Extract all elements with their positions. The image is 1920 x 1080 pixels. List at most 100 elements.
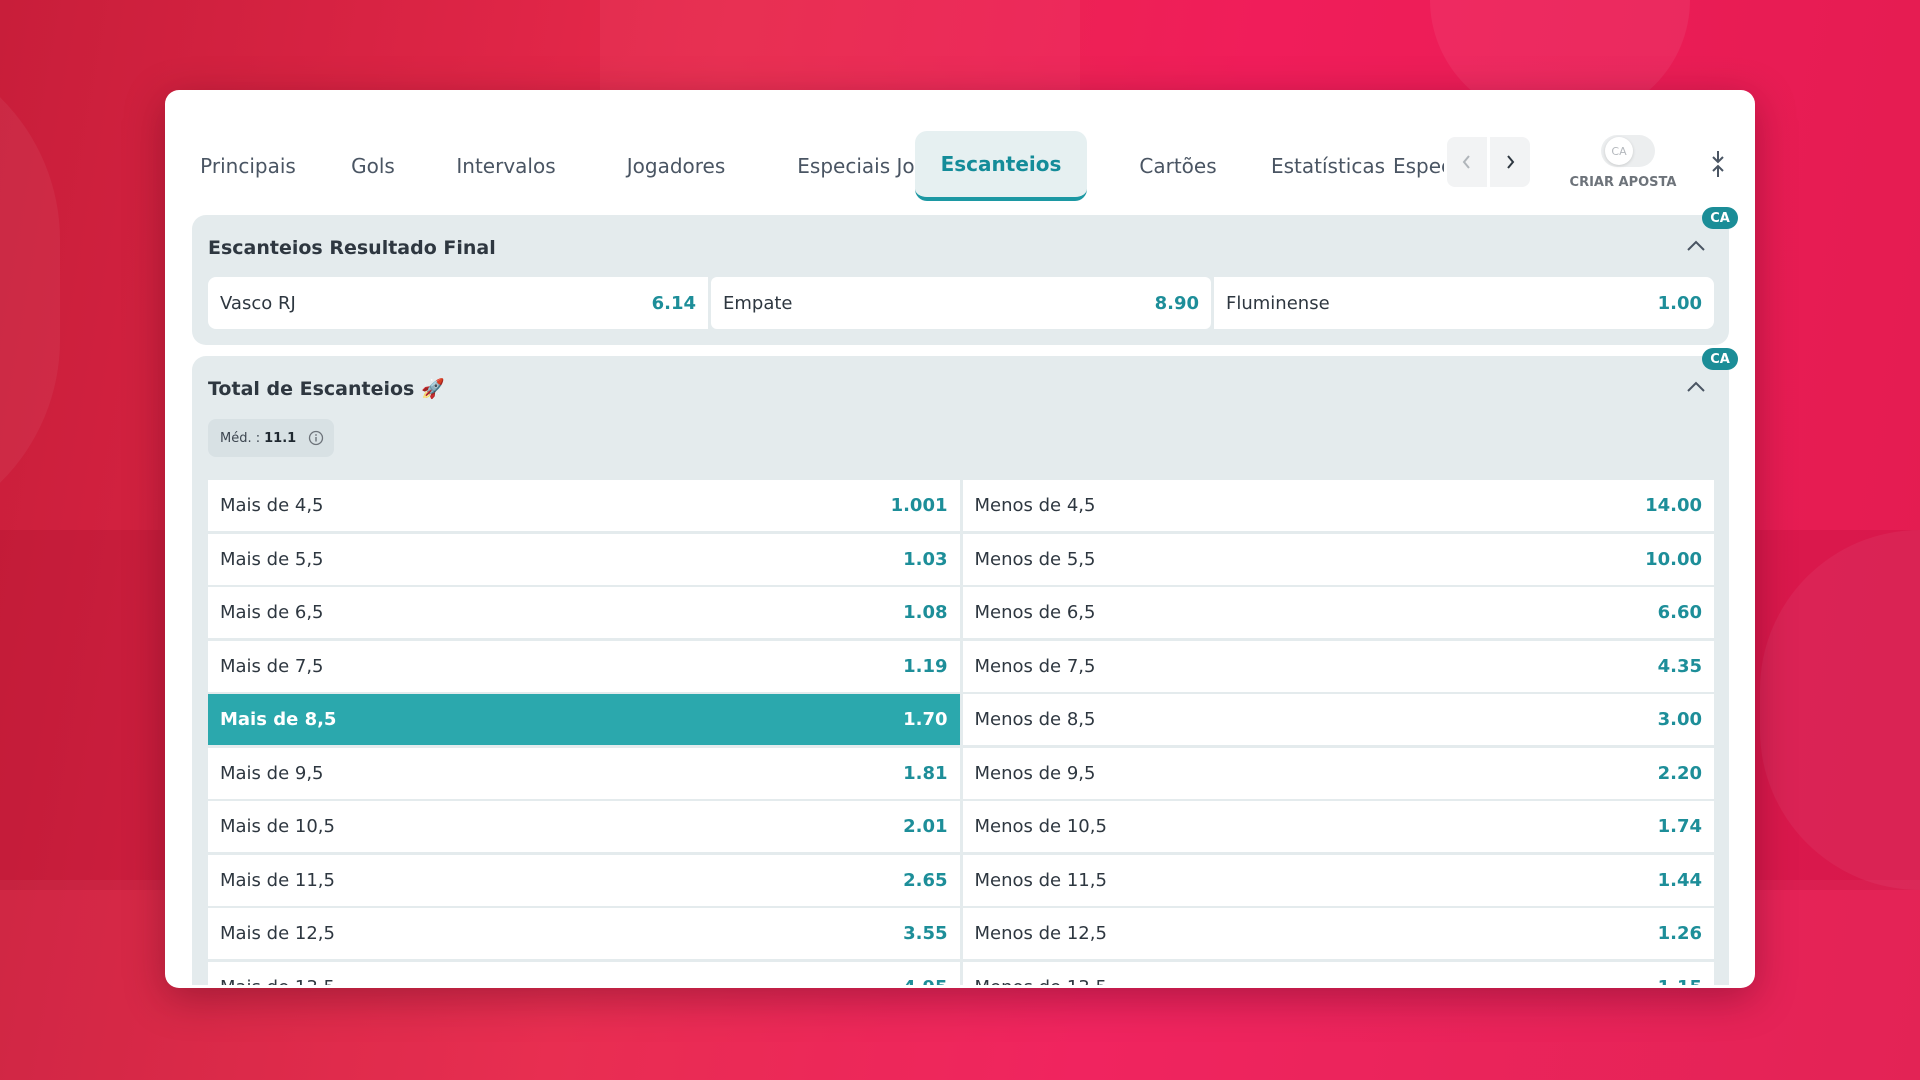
selection-label: Mais de 9,5 [220, 762, 324, 784]
average-label: Méd. : [220, 430, 261, 446]
market-title: Total de Escanteios 🚀 [208, 378, 445, 400]
selection-label: Mais de 12,5 [220, 923, 335, 944]
odds-grid: Mais de 4,5 1.001 Menos de 4,5 14.00 Mais de… [208, 480, 1714, 988]
outcome-name: Vasco RJ [220, 292, 296, 314]
under-cell[interactable]: Menos de 13,5 1.15 [962, 961, 1714, 988]
selection-odd: 10.00 [1645, 548, 1702, 570]
selection-label: Menos de 9,5 [974, 762, 1096, 784]
over-cell[interactable]: Mais de 5,5 1.03 [208, 533, 960, 585]
outcome-draw[interactable]: Empate 8.90 [711, 277, 1211, 329]
over-cell[interactable]: Mais de 11,5 2.65 [208, 854, 960, 906]
tab-escanteios[interactable]: Escanteios [915, 131, 1087, 201]
selection-odd: 6.60 [1657, 602, 1702, 623]
market-tabs: Principais Gols Intervalos Jogadores Esp… [168, 93, 1752, 201]
tabs-next-button[interactable] [1490, 137, 1530, 187]
selection-label: Mais de 11,5 [220, 869, 335, 891]
selection-label: Mais de 6,5 [220, 602, 324, 623]
outcome-odd: 1.00 [1657, 292, 1702, 314]
over-cell[interactable]: Mais de 8,5 1.70 [208, 694, 960, 745]
over-cell[interactable]: Mais de 4,5 1.001 [208, 480, 960, 531]
info-icon[interactable] [308, 430, 324, 446]
collapse-all-icon[interactable] [1708, 149, 1728, 179]
selection-label: Menos de 10,5 [974, 816, 1107, 837]
tab-intervalos[interactable]: Intervalos [438, 131, 574, 201]
average-value: 11.1 [264, 430, 297, 446]
tabs-prev-button[interactable] [1447, 137, 1487, 187]
selection-label: Mais de 10,5 [220, 816, 335, 837]
under-cell[interactable]: Menos de 4,5 14.00 [962, 480, 1714, 531]
under-cell[interactable]: Menos de 5,5 10.00 [962, 533, 1714, 585]
selection-label: Menos de 7,5 [974, 655, 1096, 677]
selection-label: Menos de 6,5 [974, 602, 1096, 623]
tab-jogadores[interactable]: Jogadores [608, 131, 744, 201]
under-cell[interactable]: Menos de 9,5 2.20 [962, 747, 1714, 799]
tab-principais[interactable]: Principais [196, 131, 300, 201]
under-cell[interactable]: Menos de 7,5 4.35 [962, 640, 1714, 692]
outcome-home[interactable]: Vasco RJ 6.14 [208, 277, 708, 329]
chevron-up-icon[interactable] [1685, 380, 1707, 394]
odds-row: Mais de 11,5 2.65 Menos de 11,5 1.44 [208, 854, 1714, 906]
market-total-escanteios: Total de Escanteios 🚀 Méd. : 11.1 Mais d… [192, 356, 1729, 988]
outcome-row: Vasco RJ 6.14 Empate 8.90 Fluminense 1.0… [208, 277, 1714, 329]
selection-odd: 1.15 [1657, 976, 1702, 988]
outcome-away[interactable]: Fluminense 1.00 [1214, 277, 1714, 329]
selection-odd: 2.01 [903, 816, 948, 837]
outcome-name: Fluminense [1226, 292, 1330, 314]
selection-odd: 1.26 [1657, 923, 1702, 944]
selection-label: Mais de 4,5 [220, 495, 324, 516]
selection-label: Mais de 13,5 [220, 976, 335, 988]
over-cell[interactable]: Mais de 12,5 3.55 [208, 908, 960, 959]
criar-aposta-label: CRIAR APOSTA [1569, 175, 1677, 190]
over-cell[interactable]: Mais de 13,5 4.95 [208, 961, 960, 988]
selection-label: Menos de 13,5 [974, 976, 1107, 988]
ca-badge: CA [1702, 348, 1738, 370]
selection-odd: 2.20 [1657, 762, 1702, 784]
outcome-odd: 8.90 [1154, 292, 1199, 314]
selection-odd: 1.74 [1657, 816, 1702, 837]
chevron-up-icon[interactable] [1685, 239, 1707, 253]
selection-odd: 14.00 [1645, 495, 1702, 516]
selection-label: Menos de 5,5 [974, 548, 1096, 570]
under-cell[interactable]: Menos de 10,5 1.74 [962, 801, 1714, 852]
selection-label: Mais de 8,5 [220, 709, 337, 730]
odds-row: Mais de 4,5 1.001 Menos de 4,5 14.00 [208, 480, 1714, 531]
market-title: Escanteios Resultado Final [208, 237, 496, 259]
odds-row: Mais de 12,5 3.55 Menos de 12,5 1.26 [208, 908, 1714, 959]
odds-row: Mais de 6,5 1.08 Menos de 6,5 6.60 [208, 587, 1714, 638]
tab-estatisticas[interactable]: Estatísticas [1243, 131, 1413, 201]
ca-badge: CA [1702, 207, 1738, 229]
tab-gols[interactable]: Gols [343, 131, 403, 201]
odds-row: Mais de 8,5 1.70 Menos de 8,5 3.00 [208, 694, 1714, 745]
selection-odd: 4.95 [903, 976, 948, 988]
odds-row: Mais de 13,5 4.95 Menos de 13,5 1.15 [208, 961, 1714, 988]
selection-odd: 1.001 [890, 495, 948, 516]
outcome-odd: 6.14 [651, 292, 696, 314]
over-cell[interactable]: Mais de 10,5 2.01 [208, 801, 960, 852]
selection-odd: 1.44 [1657, 869, 1702, 891]
selection-odd: 3.55 [903, 923, 948, 944]
chevron-right-icon [1507, 155, 1515, 169]
selection-odd: 1.70 [903, 709, 948, 730]
under-cell[interactable]: Menos de 8,5 3.00 [962, 694, 1714, 745]
over-cell[interactable]: Mais de 6,5 1.08 [208, 587, 960, 638]
tab-cartoes[interactable]: Cartões [1118, 131, 1238, 201]
selection-label: Mais de 5,5 [220, 548, 324, 570]
selection-odd: 1.03 [903, 548, 948, 570]
odds-row: Mais de 10,5 2.01 Menos de 10,5 1.74 [208, 801, 1714, 852]
average-chip: Méd. : 11.1 [208, 419, 334, 457]
selection-odd: 1.81 [903, 762, 948, 784]
tab-especiais-truncated[interactable]: Espec [1393, 131, 1444, 201]
markets-window: Principais Gols Intervalos Jogadores Esp… [165, 90, 1755, 988]
criar-aposta-toggle[interactable]: CA [1601, 135, 1655, 167]
selection-label: Menos de 11,5 [974, 869, 1107, 891]
under-cell[interactable]: Menos de 6,5 6.60 [962, 587, 1714, 638]
under-cell[interactable]: Menos de 11,5 1.44 [962, 854, 1714, 906]
over-cell[interactable]: Mais de 7,5 1.19 [208, 640, 960, 692]
selection-label: Menos de 12,5 [974, 923, 1107, 944]
selection-odd: 1.19 [903, 655, 948, 677]
chevron-left-icon [1462, 155, 1470, 169]
odds-row: Mais de 9,5 1.81 Menos de 9,5 2.20 [208, 747, 1714, 799]
selection-label: Mais de 7,5 [220, 655, 324, 677]
over-cell[interactable]: Mais de 9,5 1.81 [208, 747, 960, 799]
under-cell[interactable]: Menos de 12,5 1.26 [962, 908, 1714, 959]
